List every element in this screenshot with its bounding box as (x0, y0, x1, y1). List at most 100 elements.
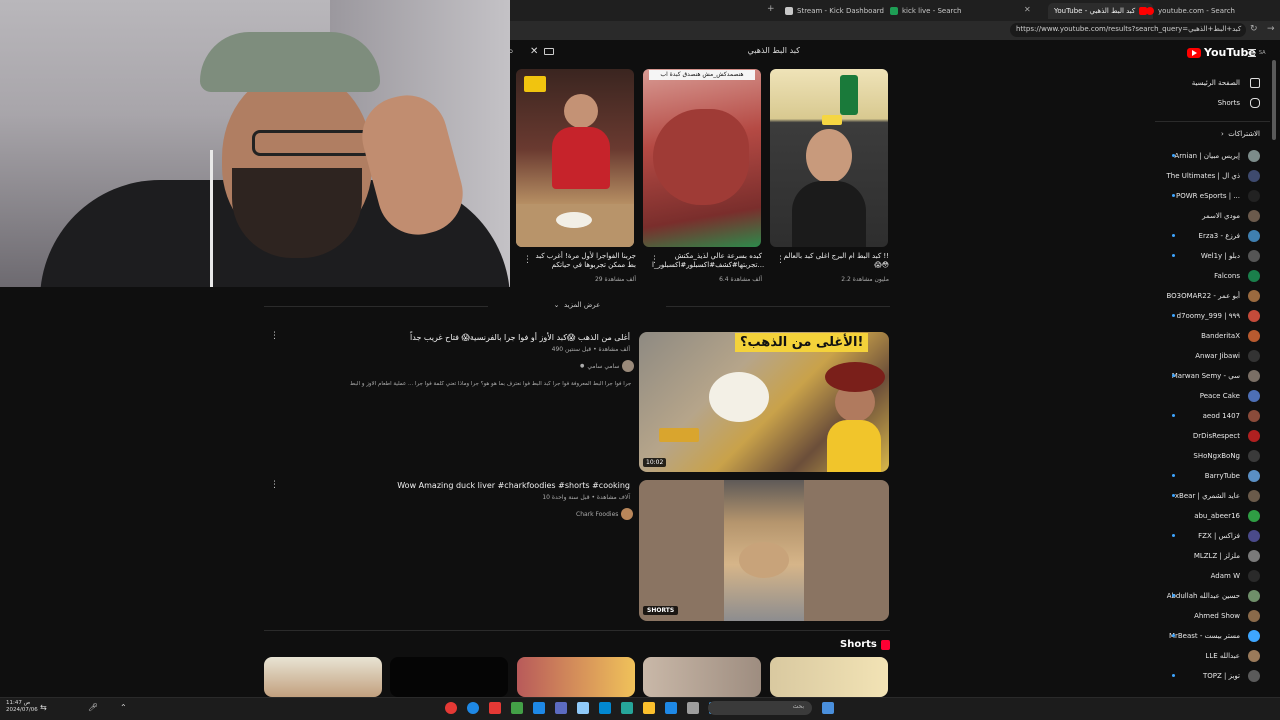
divider (264, 306, 488, 307)
reload-icon[interactable]: ↻ (1250, 24, 1258, 34)
taskbar-app-icon[interactable] (511, 702, 523, 714)
tab-kick-search[interactable]: kick live - Search (890, 3, 962, 19)
channel-avatar (1248, 670, 1260, 682)
subscriptions-heading[interactable]: › الاشتراكات (1150, 130, 1260, 138)
sidebar-item-channel[interactable]: DrDisRespect (1150, 429, 1260, 443)
channel-avatar (1248, 430, 1260, 442)
tab-youtube-search[interactable]: youtube.com - Search (1146, 3, 1235, 19)
short-thumbnail[interactable] (516, 69, 634, 247)
channel-avatar (1248, 610, 1260, 622)
short-thumbnail[interactable] (517, 657, 635, 697)
short-thumbnail[interactable] (770, 69, 888, 247)
sidebar-item-channel[interactable]: Falcons (1150, 269, 1260, 283)
taskbar-app-icon[interactable] (445, 702, 457, 714)
taskbar-app-icon[interactable] (643, 702, 655, 714)
taskbar-app-icon[interactable] (665, 702, 677, 714)
taskbar-app-icon[interactable] (555, 702, 567, 714)
channel-name: Abdullah حسين عبدالله (1166, 592, 1240, 600)
more-options-icon[interactable]: ⋮ (270, 480, 279, 490)
sidebar-item-channel[interactable]: aeod 1407 (1150, 409, 1260, 423)
sidebar-item-channel[interactable]: Marwan Semy - سي (1150, 369, 1260, 383)
sidebar-item-shorts[interactable]: Shorts (1150, 98, 1260, 108)
sidebar-item-channel[interactable]: d7oomy_999 | ٩٩٩ (1150, 309, 1260, 323)
microphone-icon[interactable]: 🎤︎ (88, 703, 98, 712)
sidebar-item-channel[interactable]: Peace Cake (1150, 389, 1260, 403)
video-title[interactable]: أغلى من الذهب 😱كبد الأوز أو فوا جرا بالف… (300, 333, 630, 342)
network-icon[interactable]: ⇆ (40, 703, 47, 712)
video-thumbnail[interactable]: 10:02 (639, 332, 889, 472)
channel-link[interactable]: Chark Foodies (576, 508, 634, 520)
sidebar-item-channel[interactable]: TOPZ | توبز (1150, 669, 1260, 683)
sidebar-item-channel[interactable]: Abdullah حسين عبدالله (1150, 589, 1260, 603)
taskbar-app-icon[interactable] (577, 702, 589, 714)
back-icon[interactable]: → (1267, 24, 1275, 34)
sidebar-item-channel[interactable]: FZX | فزاكس (1150, 529, 1260, 543)
tab-kick-dashboard[interactable]: Stream - Kick Dashboard (785, 3, 884, 19)
taskbar-clock[interactable]: 11:47 ص 2024/07/06 (6, 700, 38, 714)
sidebar-item-channel[interactable]: BanderitaX (1150, 329, 1260, 343)
channel-name: TOPZ | توبز (1203, 672, 1240, 680)
short-thumbnail[interactable] (643, 657, 761, 697)
sidebar-item-channel[interactable]: abu_abeer16 (1150, 509, 1260, 523)
sidebar-item-channel[interactable]: POWR eSports | ... (1150, 189, 1260, 203)
channel-link[interactable]: ● سامي سامي (580, 360, 635, 372)
channel-name: BanderitaX (1201, 332, 1240, 340)
sidebar-item-channel[interactable]: SHoNgxBoNg (1150, 449, 1260, 463)
sidebar-item-channel[interactable]: Adam W (1150, 569, 1260, 583)
short-thumbnail[interactable] (770, 657, 888, 697)
sidebar-item-channel[interactable]: Anwar Jibawi (1150, 349, 1260, 363)
search-input[interactable]: كبد البط الذهبي (700, 46, 800, 55)
sidebar-item-channel[interactable]: BarryTube (1150, 469, 1260, 483)
taskbar-search[interactable]: بحث (708, 701, 812, 715)
tab-youtube-active[interactable]: YouTube - كبد البط الذهبي (1048, 3, 1154, 19)
taskbar-app-icon[interactable] (687, 702, 699, 714)
close-tab-icon[interactable]: ✕ (1024, 5, 1031, 14)
sidebar-item-channel[interactable]: مودي الاسمر (1150, 209, 1260, 223)
taskbar-app-icon[interactable] (599, 702, 611, 714)
clear-search-icon[interactable]: ✕ (530, 46, 538, 57)
taskbar-app-icon[interactable] (533, 702, 545, 714)
chevron-down-icon: ⌄ (553, 301, 560, 309)
sidebar-item-channel[interactable]: Wel1y | دبلو (1150, 249, 1260, 263)
channel-name: LLE عبدالله (1205, 652, 1240, 660)
short-thumbnail[interactable] (390, 657, 508, 697)
sidebar-item-channel[interactable]: The Ultimates | ذي ال (1150, 169, 1260, 183)
tab-favicon-icon (1146, 7, 1154, 15)
taskbar-app-icon[interactable] (467, 702, 479, 714)
sidebar-item-channel[interactable]: MrBeast - مستر بيست (1150, 629, 1260, 643)
verified-icon: ● (580, 363, 585, 369)
short-title[interactable]: كبده بسرعة عالي لذيذ_مكتش تجربتها#كشف#اك… (652, 252, 764, 270)
sidebar-item-channel[interactable]: Ahmed Show (1150, 609, 1260, 623)
channel-avatar (1248, 310, 1260, 322)
sidebar-item-home[interactable]: الصفحة الرئيسية (1150, 78, 1260, 88)
channel-avatar (1248, 150, 1260, 162)
hamburger-menu-icon[interactable]: ☰ (1247, 47, 1257, 60)
sidebar-item-channel[interactable]: MLZLZ | ملزلز (1150, 549, 1260, 563)
video-thumbnail[interactable]: SHORTS (639, 480, 889, 621)
channel-name: DrDisRespect (1192, 432, 1240, 440)
shorts-icon (880, 639, 890, 650)
video-title[interactable]: Wow Amazing duck liver #charkfoodies #sh… (330, 481, 630, 490)
sidebar-item-channel[interactable]: Arnian | إيريس مبيان (1150, 149, 1260, 163)
more-options-icon[interactable]: ⋮ (270, 331, 279, 341)
home-icon (1250, 78, 1260, 88)
short-title[interactable]: كبد البط ام البرج اغلى كبد بالعالم !! 😱😳 (779, 252, 889, 270)
sidebar-item-channel[interactable]: xBear | عايد الشمري (1150, 489, 1260, 503)
short-thumbnail[interactable]: هنصمدكش_مش هنصدق كبدة اب (643, 69, 761, 247)
sidebar-item-channel[interactable]: LLE عبدالله (1150, 649, 1260, 663)
short-title[interactable]: جربنا الفواجرا لأول مرة! أغرب كبد بط ممك… (526, 252, 636, 270)
sidebar-item-channel[interactable]: BO3OMAR22 - أبو عمر (1150, 289, 1260, 303)
taskbar-app-icon[interactable] (621, 702, 633, 714)
channel-name: Arnian | إيريس مبيان (1174, 152, 1240, 160)
address-bar[interactable]: https://www.youtube.com/results?search_q… (1010, 23, 1246, 37)
taskbar-app-icon[interactable] (489, 702, 501, 714)
show-more-button[interactable]: ⌄ عرض المزيد (487, 299, 667, 313)
live-indicator-icon (1172, 374, 1175, 377)
scrollbar[interactable] (1272, 60, 1276, 140)
chevron-up-icon[interactable]: ⌃ (120, 703, 127, 712)
new-tab-icon[interactable]: + (767, 4, 775, 14)
keyboard-icon[interactable] (544, 48, 554, 55)
sidebar-item-channel[interactable]: Erza3 - فرزع (1150, 229, 1260, 243)
windows-start-icon[interactable] (822, 702, 834, 714)
short-thumbnail[interactable] (264, 657, 382, 697)
